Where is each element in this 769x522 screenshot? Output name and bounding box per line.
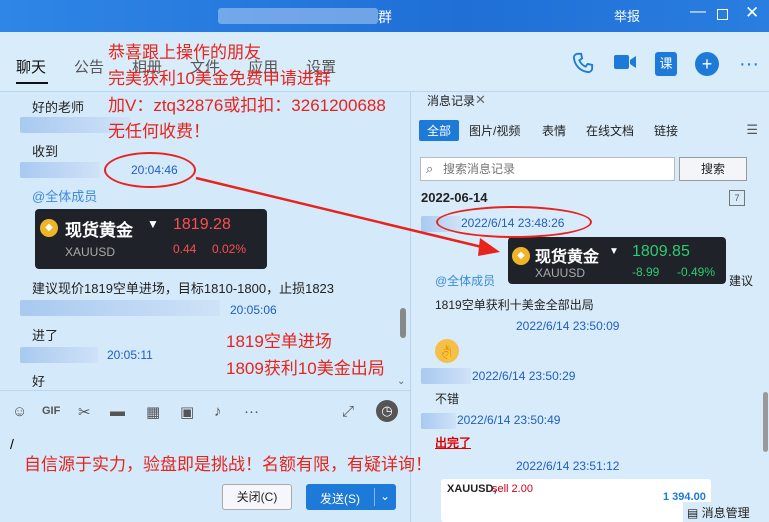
annotation-arrow <box>195 176 500 256</box>
